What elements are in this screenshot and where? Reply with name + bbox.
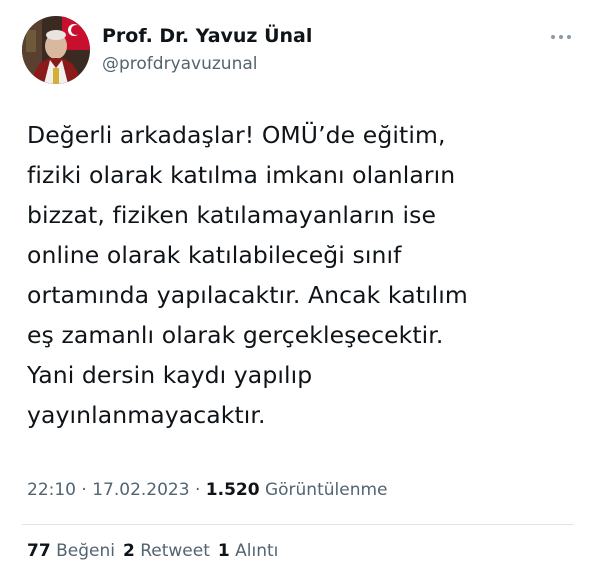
tweet-text-line: yayınlanmayacaktır.	[27, 401, 266, 429]
divider	[22, 524, 574, 525]
quotes-label: Alıntı	[235, 541, 279, 561]
likes-label: Beğeni	[56, 541, 115, 561]
tweet-meta: 22:10 · 17.02.2023 · 1.520 Görüntülenme	[27, 478, 388, 502]
quotes-stat[interactable]: 1 Alıntı	[218, 539, 279, 563]
likes-count: 77	[27, 541, 51, 561]
tweet-text-line: Yani dersin kaydı yapılıp	[27, 361, 313, 389]
meta-separator: ·	[194, 480, 201, 500]
likes-stat[interactable]: 77 Beğeni	[27, 539, 115, 563]
meta-separator: ·	[81, 480, 87, 500]
tweet-text-line: Değerli arkadaşlar! OMÜ’de eğitim,	[27, 121, 446, 149]
avatar[interactable]	[22, 16, 90, 84]
tweet-header: Prof. Dr. Yavuz Ünal @profdryavuzunal	[22, 16, 312, 84]
views-label: Görüntülenme	[264, 480, 388, 500]
tweet-card: Prof. Dr. Yavuz Ünal @profdryavuzunal De…	[0, 0, 600, 579]
tweet-date[interactable]: 17.02.2023	[92, 480, 189, 500]
tweet-time[interactable]: 22:10	[27, 480, 76, 500]
author-handle[interactable]: @profdryavuzunal	[102, 51, 312, 77]
author-names: Prof. Dr. Yavuz Ünal @profdryavuzunal	[102, 23, 312, 77]
tweet-text-line: ortamında yapılacaktır. Ancak katılım	[27, 281, 468, 309]
tweet-text-line: fiziki olarak katılma imkanı olanların	[27, 161, 456, 189]
more-horizontal-icon[interactable]	[546, 28, 576, 46]
retweets-count: 2	[122, 541, 135, 561]
retweets-stat[interactable]: 2 Retweet	[123, 539, 210, 563]
tweet-text-line: eş zamanlı olarak gerçekleşecektir.	[27, 321, 444, 349]
tweet-text-line: online olarak katılabileceği sınıf	[27, 241, 402, 269]
tweet-text-line: bizzat, fiziken katılamayanların ise	[27, 201, 437, 229]
tweet-stats: 77 Beğeni 2 Retweet 1 Alıntı	[27, 539, 278, 563]
views-count: 1.520	[205, 480, 260, 500]
quotes-count: 1	[217, 541, 230, 561]
retweets-label: Retweet	[140, 541, 210, 561]
tweet-text: Değerli arkadaşlar! OMÜ’de eğitim, fizik…	[27, 115, 567, 435]
author-display-name[interactable]: Prof. Dr. Yavuz Ünal	[102, 23, 312, 49]
